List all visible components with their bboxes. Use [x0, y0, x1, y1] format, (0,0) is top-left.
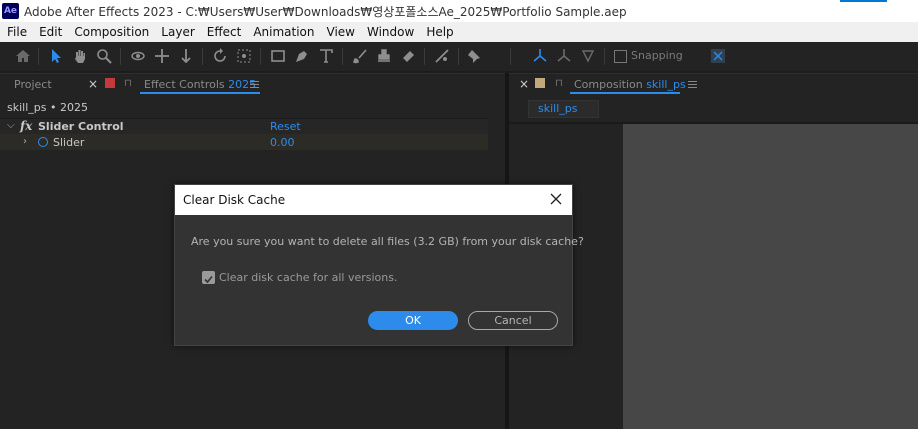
cancel-button[interactable]: Cancel — [468, 311, 558, 330]
comp-lock-icon[interactable]: ⊓ — [555, 78, 563, 89]
panel-menu-icon[interactable] — [250, 81, 259, 88]
close-comp-tab-icon[interactable]: × — [519, 77, 529, 91]
ok-button[interactable]: OK — [368, 311, 458, 330]
dialog-title: Clear Disk Cache — [183, 193, 286, 207]
tools-panel — [0, 42, 918, 71]
selection-tool-icon[interactable] — [46, 46, 66, 66]
close-tab-icon[interactable]: × — [88, 77, 98, 91]
after-effects-logo: Ae — [2, 3, 19, 19]
menu-file[interactable]: File — [2, 25, 32, 39]
tab-effect-controls-label: Effect Controls — [144, 78, 225, 91]
orbit-camera-icon[interactable] — [128, 46, 148, 66]
menu-animation[interactable]: Animation — [248, 25, 319, 39]
roto-brush-icon[interactable] — [432, 46, 452, 66]
window-control-accent[interactable] — [840, 0, 887, 2]
close-icon[interactable] — [548, 191, 564, 207]
menu-view[interactable]: View — [322, 25, 360, 39]
puppet-pin-icon[interactable] — [464, 46, 484, 66]
title-bar: Ae Adobe After Effects 2023 - C:₩Users₩U… — [0, 0, 918, 22]
comp-navigator-label: skill_ps — [538, 102, 578, 115]
menu-help[interactable]: Help — [421, 25, 458, 39]
pan-behind-icon[interactable] — [234, 46, 254, 66]
pen-tool-icon[interactable] — [292, 46, 312, 66]
dialog-title-bar: Clear Disk Cache — [175, 185, 572, 215]
axis-local-icon[interactable] — [530, 46, 550, 66]
dolly-camera-icon[interactable] — [176, 46, 196, 66]
pan-camera-icon[interactable] — [152, 46, 172, 66]
clear-all-versions-checkbox[interactable] — [202, 271, 215, 284]
menu-window[interactable]: Window — [362, 25, 419, 39]
comp-active-tab-indicator — [570, 92, 680, 94]
home-icon[interactable] — [13, 46, 33, 66]
rectangle-tool-icon[interactable] — [268, 46, 288, 66]
window-title: Adobe After Effects 2023 - C:₩Users₩User… — [24, 4, 627, 19]
tab-composition-label: Composition — [574, 78, 643, 91]
type-tool-icon[interactable] — [316, 46, 336, 66]
dialog-message: Are you sure you want to delete all file… — [191, 235, 584, 248]
brush-tool-icon[interactable] — [350, 46, 370, 66]
snap-magnet-icon[interactable] — [708, 46, 728, 66]
rotation-tool-icon[interactable] — [210, 46, 230, 66]
clone-stamp-icon[interactable] — [374, 46, 394, 66]
menu-effect[interactable]: Effect — [202, 25, 247, 39]
menu-composition[interactable]: Composition — [69, 25, 154, 39]
menu-layer[interactable]: Layer — [156, 25, 199, 39]
snapping-checkbox[interactable] — [614, 50, 627, 63]
chevron-right-icon[interactable]: › — [23, 136, 27, 147]
active-tab-indicator — [140, 92, 260, 94]
slider-value[interactable]: 0.00 — [270, 136, 295, 149]
comp-panel-menu-icon[interactable] — [688, 81, 697, 88]
menu-edit[interactable]: Edit — [34, 25, 67, 39]
clear-disk-cache-dialog: Clear Disk Cache Are you sure you want t… — [174, 184, 584, 346]
clear-all-versions-label: Clear disk cache for all versions. — [219, 271, 398, 284]
effect-controls-header: skill_ps • 2025 — [7, 101, 88, 114]
tab-effect-controls[interactable]: Effect Controls 2025 — [144, 78, 256, 91]
fx-icon[interactable]: fx — [20, 119, 32, 133]
axis-view-icon[interactable] — [578, 46, 598, 66]
effect-name: Slider Control — [38, 120, 124, 133]
hand-tool-icon[interactable] — [70, 46, 90, 66]
stopwatch-icon[interactable] — [38, 137, 48, 147]
comp-label-color-swatch — [535, 78, 545, 88]
lock-icon[interactable]: ⊓ — [124, 78, 132, 89]
chevron-down-icon[interactable]: ⌵ — [7, 120, 15, 131]
property-name: Slider — [53, 136, 85, 149]
snapping-label: Snapping — [631, 49, 683, 62]
tab-composition-name: skill_ps — [646, 78, 686, 91]
reset-link[interactable]: Reset — [270, 120, 301, 133]
project-label-color-swatch — [105, 78, 115, 88]
eraser-tool-icon[interactable] — [398, 46, 418, 66]
menu-bar: File Edit Composition Layer Effect Anima… — [0, 22, 918, 42]
zoom-tool-icon[interactable] — [94, 46, 114, 66]
tab-composition[interactable]: Composition skill_ps — [574, 78, 686, 91]
axis-world-icon[interactable] — [554, 46, 574, 66]
tab-project[interactable]: Project — [14, 78, 52, 91]
composition-viewer[interactable] — [623, 124, 918, 429]
